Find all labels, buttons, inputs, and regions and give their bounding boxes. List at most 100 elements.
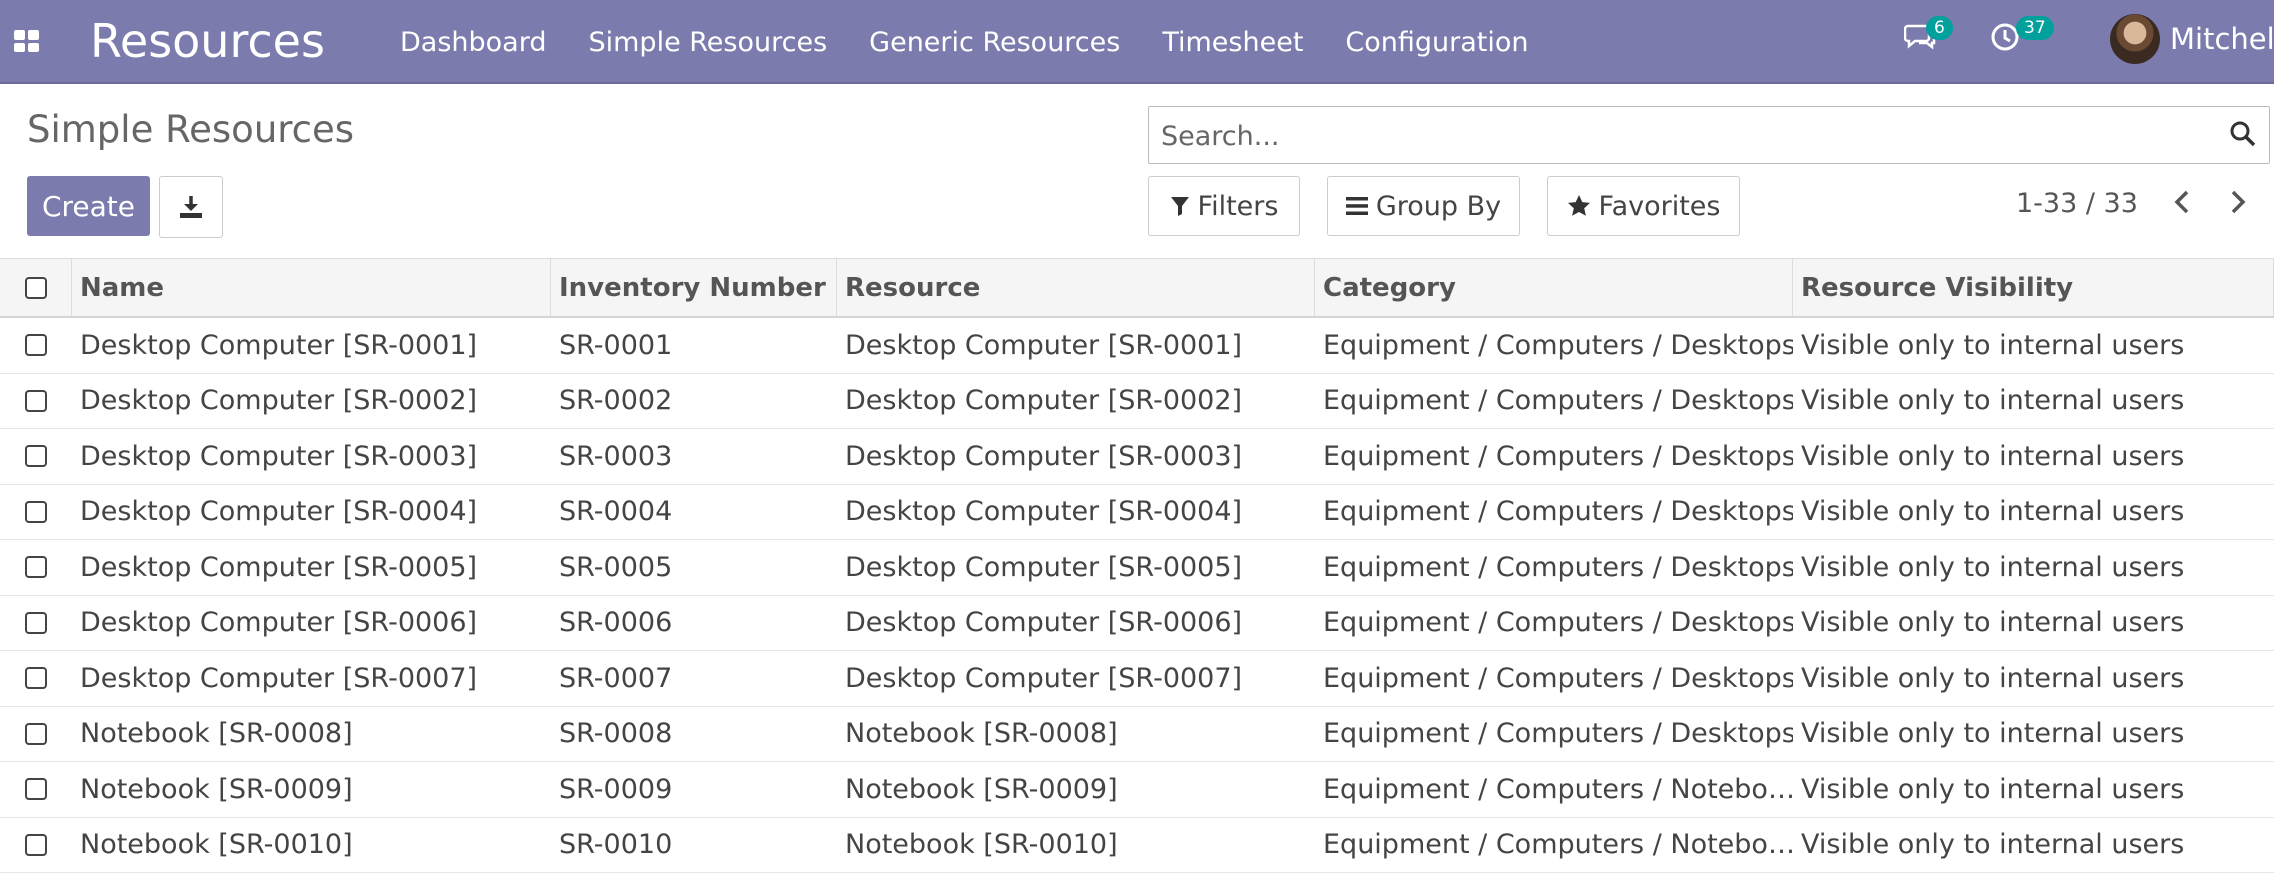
cell-resource[interactable]: Desktop Computer [SR-0006] <box>837 596 1315 651</box>
cell-category[interactable]: Equipment / Computers / Desktops <box>1315 540 1793 595</box>
cell-inventory-number[interactable]: SR-0002 <box>551 374 837 429</box>
table-row[interactable]: Desktop Computer [SR-0007] SR-0007 Desktop… <box>0 651 2274 707</box>
cell-inventory-number[interactable]: SR-0009 <box>551 762 837 817</box>
cell-name[interactable]: Desktop Computer [SR-0004] <box>72 485 551 540</box>
search-icon[interactable] <box>2229 120 2257 152</box>
cell-inventory-number[interactable]: SR-0010 <box>551 818 837 873</box>
pager-value[interactable]: 1-33 / 33 <box>2016 188 2138 219</box>
apps-menu-icon[interactable] <box>14 30 40 52</box>
cell-category[interactable]: Equipment / Computers / Notebo… <box>1315 762 1793 817</box>
cell-name[interactable]: Desktop Computer [SR-0003] <box>72 429 551 484</box>
cell-name[interactable]: Desktop Computer [SR-0005] <box>72 540 551 595</box>
column-header-inventory-number[interactable]: Inventory Number <box>551 259 837 316</box>
messages-count-badge: 6 <box>1926 16 1953 40</box>
table-row[interactable]: Desktop Computer [SR-0003] SR-0003 Desktop… <box>0 429 2274 485</box>
favorites-button[interactable]: Favorites <box>1547 176 1740 236</box>
create-button[interactable]: Create <box>27 176 150 236</box>
cell-resource[interactable]: Notebook [SR-0010] <box>837 818 1315 873</box>
table-row[interactable]: Desktop Computer [SR-0002] SR-0002 Desktop… <box>0 374 2274 429</box>
cell-resource-visibility[interactable]: Visible only to internal users <box>1793 707 2274 762</box>
row-checkbox[interactable] <box>25 667 47 690</box>
cell-resource[interactable]: Notebook [SR-0008] <box>837 707 1315 762</box>
cell-category[interactable]: Equipment / Computers / Desktops <box>1315 374 1793 429</box>
cell-resource[interactable]: Desktop Computer [SR-0003] <box>837 429 1315 484</box>
cell-resource[interactable]: Desktop Computer [SR-0004] <box>837 485 1315 540</box>
cell-resource[interactable]: Desktop Computer [SR-0005] <box>837 540 1315 595</box>
table-row[interactable]: Notebook [SR-0009] SR-0009 Notebook [SR-00… <box>0 762 2274 818</box>
row-checkbox[interactable] <box>25 833 47 856</box>
table-row[interactable]: Desktop Computer [SR-0004] SR-0004 Desktop… <box>0 485 2274 540</box>
cell-inventory-number[interactable]: SR-0006 <box>551 596 837 651</box>
cell-inventory-number[interactable]: SR-0007 <box>551 651 837 706</box>
table-row[interactable]: Desktop Computer [SR-0005] SR-0005 Desktop… <box>0 540 2274 596</box>
cell-name[interactable]: Notebook [SR-0009] <box>72 762 551 817</box>
cell-resource-visibility[interactable]: Visible only to internal users <box>1793 651 2274 706</box>
menu-item-generic-resources[interactable]: Generic Resources <box>869 27 1120 58</box>
cell-name[interactable]: Notebook [SR-0010] <box>72 818 551 873</box>
cell-inventory-number[interactable]: SR-0004 <box>551 485 837 540</box>
cell-inventory-number[interactable]: SR-0001 <box>551 318 837 373</box>
column-header-resource-visibility[interactable]: Resource Visibility <box>1793 259 2274 316</box>
cell-inventory-number[interactable]: SR-0008 <box>551 707 837 762</box>
cell-category[interactable]: Equipment / Computers / Desktops <box>1315 596 1793 651</box>
row-checkbox[interactable] <box>25 778 47 801</box>
cell-inventory-number[interactable]: SR-0003 <box>551 429 837 484</box>
cell-resource-visibility[interactable]: Visible only to internal users <box>1793 596 2274 651</box>
download-button[interactable] <box>159 176 223 238</box>
filters-button[interactable]: Filters <box>1148 176 1300 236</box>
cell-category[interactable]: Equipment / Computers / Desktops <box>1315 485 1793 540</box>
cell-name[interactable]: Notebook [SR-0008] <box>72 707 551 762</box>
row-checkbox[interactable] <box>25 389 47 412</box>
row-select-cell <box>0 318 72 373</box>
row-checkbox[interactable] <box>25 334 47 357</box>
cell-resource-visibility[interactable]: Visible only to internal users <box>1793 762 2274 817</box>
column-header-category[interactable]: Category <box>1315 259 1793 316</box>
pager-previous-icon[interactable] <box>2172 188 2192 224</box>
cell-category[interactable]: Equipment / Computers / Desktops <box>1315 429 1793 484</box>
table-row[interactable]: Notebook [SR-0008] SR-0008 Notebook [SR-00… <box>0 707 2274 762</box>
search-input[interactable] <box>1159 107 2203 165</box>
cell-resource[interactable]: Desktop Computer [SR-0002] <box>837 374 1315 429</box>
menu-item-configuration[interactable]: Configuration <box>1345 27 1528 58</box>
cell-category[interactable]: Equipment / Computers / Notebo… <box>1315 818 1793 873</box>
cell-name[interactable]: Desktop Computer [SR-0001] <box>72 318 551 373</box>
cell-resource-visibility[interactable]: Visible only to internal users <box>1793 429 2274 484</box>
table-row[interactable]: Desktop Computer [SR-0001] SR-0001 Desktop… <box>0 318 2274 374</box>
table-row[interactable]: Desktop Computer [SR-0006] SR-0006 Desktop… <box>0 596 2274 651</box>
cell-inventory-number[interactable]: SR-0005 <box>551 540 837 595</box>
cell-category[interactable]: Equipment / Computers / Desktops <box>1315 318 1793 373</box>
column-header-name[interactable]: Name <box>72 259 551 316</box>
row-checkbox[interactable] <box>25 722 47 745</box>
cell-name[interactable]: Desktop Computer [SR-0007] <box>72 651 551 706</box>
cell-category[interactable]: Equipment / Computers / Desktops <box>1315 707 1793 762</box>
cell-resource-visibility[interactable]: Visible only to internal users <box>1793 374 2274 429</box>
row-checkbox[interactable] <box>25 611 47 634</box>
user-avatar[interactable] <box>2110 14 2160 64</box>
menu-item-dashboard[interactable]: Dashboard <box>400 27 546 58</box>
cell-resource-visibility[interactable]: Visible only to internal users <box>1793 485 2274 540</box>
app-name[interactable]: Resources <box>90 6 325 76</box>
cell-resource[interactable]: Desktop Computer [SR-0007] <box>837 651 1315 706</box>
column-header-resource[interactable]: Resource <box>837 259 1315 316</box>
main-menu: Dashboard Simple Resources Generic Resou… <box>400 0 1571 84</box>
cell-resource-visibility[interactable]: Visible only to internal users <box>1793 318 2274 373</box>
cell-category[interactable]: Equipment / Computers / Desktops <box>1315 651 1793 706</box>
cell-resource-visibility[interactable]: Visible only to internal users <box>1793 540 2274 595</box>
cell-name[interactable]: Desktop Computer [SR-0006] <box>72 596 551 651</box>
select-all-checkbox[interactable] <box>24 276 47 299</box>
menu-item-simple-resources[interactable]: Simple Resources <box>588 27 827 58</box>
favorites-label: Favorites <box>1598 190 1721 222</box>
row-checkbox[interactable] <box>25 445 47 468</box>
row-checkbox[interactable] <box>25 556 47 579</box>
pager-next-icon[interactable] <box>2228 188 2248 224</box>
user-name[interactable]: Mitchell <box>2170 22 2274 56</box>
cell-resource[interactable]: Notebook [SR-0009] <box>837 762 1315 817</box>
cell-resource-visibility[interactable]: Visible only to internal users <box>1793 818 2274 873</box>
group-by-icon <box>1345 197 1368 215</box>
menu-item-timesheet[interactable]: Timesheet <box>1162 27 1303 58</box>
group-by-button[interactable]: Group By <box>1327 176 1520 236</box>
row-checkbox[interactable] <box>25 500 47 523</box>
cell-name[interactable]: Desktop Computer [SR-0002] <box>72 374 551 429</box>
cell-resource[interactable]: Desktop Computer [SR-0001] <box>837 318 1315 373</box>
table-row[interactable]: Notebook [SR-0010] SR-0010 Notebook [SR-00… <box>0 818 2274 873</box>
